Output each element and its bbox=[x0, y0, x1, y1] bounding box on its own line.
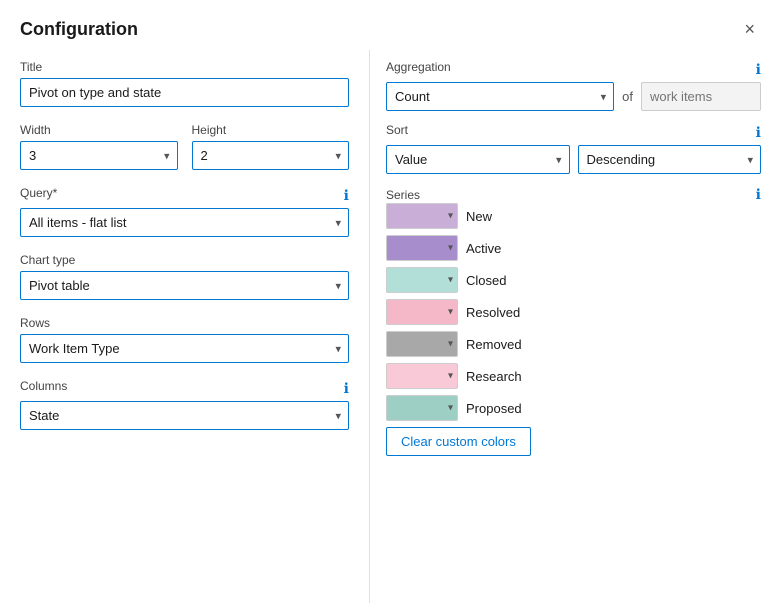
height-select-wrapper: 1234 ▾ bbox=[192, 141, 350, 170]
series-field-group: Series ℹ ▾ New ▾ Active ▾ Closed ▾ Resolved ▾ Rem… bbox=[386, 186, 761, 456]
color-swatch[interactable] bbox=[386, 363, 458, 389]
dialog-body: Title Width 123456 ▾ Height bbox=[0, 50, 781, 603]
color-swatch-wrap: ▾ bbox=[386, 235, 458, 261]
width-label: Width bbox=[20, 123, 178, 137]
color-swatch[interactable] bbox=[386, 331, 458, 357]
query-field-group: Query* ℹ All items - flat list ▾ bbox=[20, 186, 349, 237]
aggregation-info-icon[interactable]: ℹ bbox=[756, 61, 761, 78]
color-swatch-wrap: ▾ bbox=[386, 267, 458, 293]
title-input[interactable] bbox=[20, 78, 349, 107]
aggregation-select[interactable]: Count SumAverage bbox=[386, 82, 614, 111]
color-swatch-wrap: ▾ bbox=[386, 395, 458, 421]
color-swatch-wrap: ▾ bbox=[386, 331, 458, 357]
chart-type-select[interactable]: Pivot table BarColumnPieLine bbox=[20, 271, 349, 300]
sort-info-icon[interactable]: ℹ bbox=[756, 124, 761, 141]
series-name: Resolved bbox=[466, 305, 520, 320]
series-name: New bbox=[466, 209, 492, 224]
series-item: ▾ Active bbox=[386, 235, 761, 261]
width-select[interactable]: 123456 bbox=[20, 141, 178, 170]
aggregation-label: Aggregation bbox=[386, 60, 451, 74]
series-item: ▾ Proposed bbox=[386, 395, 761, 421]
sort-select[interactable]: ValueLabel bbox=[386, 145, 570, 174]
series-info-icon[interactable]: ℹ bbox=[756, 186, 761, 203]
series-item: ▾ Resolved bbox=[386, 299, 761, 325]
sort-row: ValueLabel ▾ AscendingDescending ▾ bbox=[386, 145, 761, 174]
height-field-group: Height 1234 ▾ bbox=[192, 123, 350, 170]
color-swatch-wrap: ▾ bbox=[386, 203, 458, 229]
chart-type-field-group: Chart type Pivot table BarColumnPieLine … bbox=[20, 253, 349, 300]
clear-colors-button[interactable]: Clear custom colors bbox=[386, 427, 531, 456]
width-height-row: Width 123456 ▾ Height 1234 ▾ bbox=[20, 123, 349, 170]
rows-select-wrapper: Work Item Type StateAssigned To ▾ bbox=[20, 334, 349, 363]
series-name: Research bbox=[466, 369, 522, 384]
query-label-row: Query* ℹ bbox=[20, 186, 349, 204]
dialog-title: Configuration bbox=[20, 19, 138, 40]
series-item: ▾ Closed bbox=[386, 267, 761, 293]
of-label: of bbox=[622, 89, 633, 104]
sort-label-row: Sort ℹ bbox=[386, 123, 761, 141]
columns-select[interactable]: State Work Item TypeAssigned To bbox=[20, 401, 349, 430]
series-list: ▾ New ▾ Active ▾ Closed ▾ Resolved ▾ Removed ▾ Rese… bbox=[386, 203, 761, 421]
right-panel: Aggregation ℹ Count SumAverage ▾ of bbox=[370, 50, 781, 603]
color-swatch[interactable] bbox=[386, 395, 458, 421]
series-name: Active bbox=[466, 241, 501, 256]
query-select[interactable]: All items - flat list bbox=[20, 208, 349, 237]
width-select-wrapper: 123456 ▾ bbox=[20, 141, 178, 170]
height-select[interactable]: 1234 bbox=[192, 141, 350, 170]
rows-select[interactable]: Work Item Type StateAssigned To bbox=[20, 334, 349, 363]
columns-info-icon[interactable]: ℹ bbox=[344, 380, 349, 397]
color-swatch[interactable] bbox=[386, 235, 458, 261]
work-items-input[interactable] bbox=[641, 82, 761, 111]
sort-dir-select-wrapper: AscendingDescending ▾ bbox=[578, 145, 762, 174]
height-label: Height bbox=[192, 123, 350, 137]
aggregation-field-group: Aggregation ℹ Count SumAverage ▾ of bbox=[386, 60, 761, 111]
series-name: Proposed bbox=[466, 401, 522, 416]
aggregation-select-wrapper: Count SumAverage ▾ bbox=[386, 82, 614, 111]
color-swatch-wrap: ▾ bbox=[386, 363, 458, 389]
aggregation-row: Count SumAverage ▾ of bbox=[386, 82, 761, 111]
chart-type-label: Chart type bbox=[20, 253, 349, 267]
rows-field-group: Rows Work Item Type StateAssigned To ▾ bbox=[20, 316, 349, 363]
close-button[interactable]: × bbox=[738, 18, 761, 40]
series-item: ▾ Research bbox=[386, 363, 761, 389]
color-swatch[interactable] bbox=[386, 299, 458, 325]
chart-type-select-wrapper: Pivot table BarColumnPieLine ▾ bbox=[20, 271, 349, 300]
series-item: ▾ New bbox=[386, 203, 761, 229]
dialog-header: Configuration × bbox=[0, 0, 781, 50]
sort-field-group: Sort ℹ ValueLabel ▾ AscendingDescending bbox=[386, 123, 761, 174]
query-label: Query* bbox=[20, 186, 57, 200]
configuration-dialog: Configuration × Title Width 123456 ▾ bbox=[0, 0, 781, 603]
series-item: ▾ Removed bbox=[386, 331, 761, 357]
width-field-group: Width 123456 ▾ bbox=[20, 123, 178, 170]
series-name: Removed bbox=[466, 337, 522, 352]
columns-field-group: Columns ℹ State Work Item TypeAssigned T… bbox=[20, 379, 349, 430]
columns-label: Columns bbox=[20, 379, 67, 393]
rows-label: Rows bbox=[20, 316, 349, 330]
color-swatch[interactable] bbox=[386, 267, 458, 293]
sort-select-wrapper: ValueLabel ▾ bbox=[386, 145, 570, 174]
columns-select-wrapper: State Work Item TypeAssigned To ▾ bbox=[20, 401, 349, 430]
sort-label: Sort bbox=[386, 123, 408, 137]
title-field-group: Title bbox=[20, 60, 349, 107]
query-info-icon[interactable]: ℹ bbox=[344, 187, 349, 204]
columns-label-row: Columns ℹ bbox=[20, 379, 349, 397]
title-label: Title bbox=[20, 60, 349, 74]
color-swatch[interactable] bbox=[386, 203, 458, 229]
color-swatch-wrap: ▾ bbox=[386, 299, 458, 325]
left-panel: Title Width 123456 ▾ Height bbox=[0, 50, 370, 603]
series-name: Closed bbox=[466, 273, 506, 288]
sort-dir-select[interactable]: AscendingDescending bbox=[578, 145, 762, 174]
query-select-wrapper: All items - flat list ▾ bbox=[20, 208, 349, 237]
aggregation-label-row: Aggregation ℹ bbox=[386, 60, 761, 78]
series-label: Series bbox=[386, 188, 420, 202]
series-header: Series ℹ bbox=[386, 186, 761, 203]
